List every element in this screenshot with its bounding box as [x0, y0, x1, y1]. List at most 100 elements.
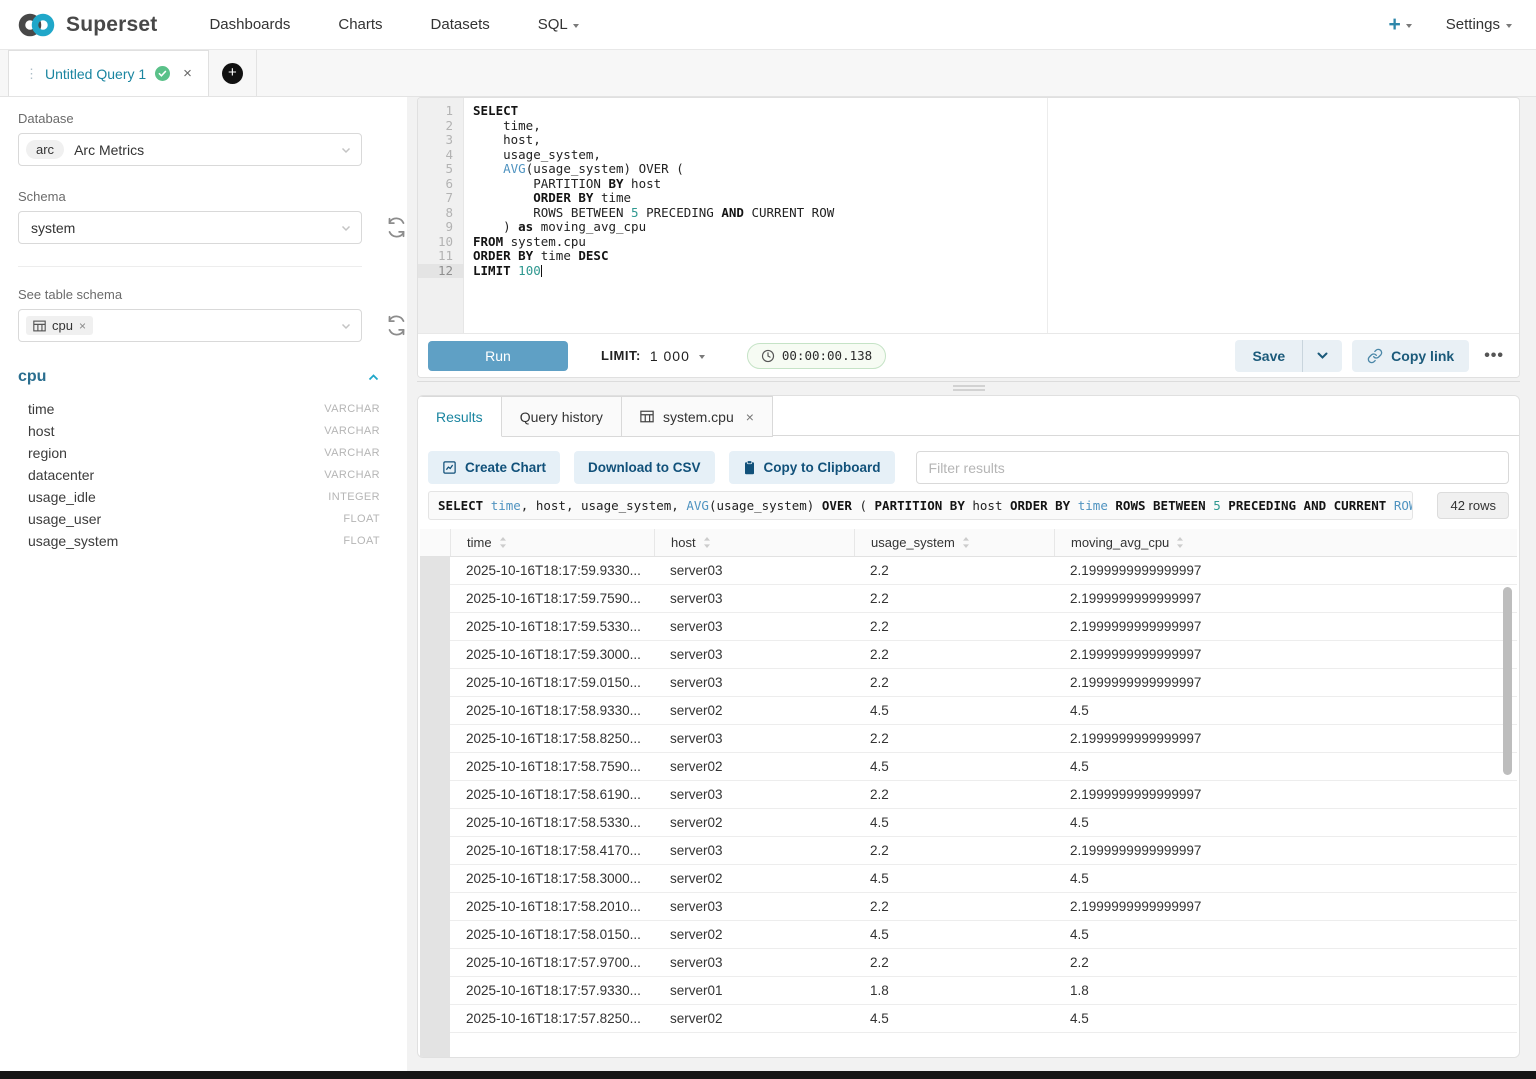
code-line: 7 ORDER BY time: [418, 191, 1519, 206]
code-token: time: [593, 190, 631, 205]
tab-query-history[interactable]: Query history: [502, 396, 622, 437]
code-token: 5: [1213, 498, 1221, 513]
table-cell: 4.5: [854, 1005, 1054, 1032]
column-row-time: timeVARCHAR: [18, 398, 380, 420]
database-select[interactable]: arc Arc Metrics: [18, 133, 362, 166]
filter-results-input[interactable]: [916, 451, 1509, 484]
new-query-tab-button[interactable]: +: [209, 50, 257, 96]
menu-item-datasets[interactable]: Datasets: [407, 16, 514, 33]
vertical-scrollbar[interactable]: [1503, 587, 1512, 775]
table-cell: server03: [654, 837, 854, 864]
database-backend-badge: arc: [26, 140, 64, 159]
top-navbar: Superset DashboardsChartsDatasetsSQL + S…: [0, 0, 1536, 50]
table-cell: server02: [654, 753, 854, 780]
table-cell: 2025-10-16T18:17:58.5330...: [450, 809, 654, 836]
code-token: time: [1078, 498, 1108, 513]
more-options-button[interactable]: •••: [1479, 347, 1509, 365]
row-count-badge: 42 rows: [1437, 492, 1509, 519]
tab-system-cpu[interactable]: system.cpu ×: [622, 396, 773, 437]
column-row-host: hostVARCHAR: [18, 420, 380, 442]
code-token: [1386, 498, 1394, 513]
code-token: as: [518, 219, 533, 234]
sql-editor-card: 1SELECT2 time,3 host,4 usage_system,5 AV…: [417, 97, 1520, 378]
table-cell: 2.2: [854, 669, 1054, 696]
results-actions: Create Chart Download to CSV Copy to Cli…: [428, 451, 1509, 484]
code-token: 100: [518, 263, 541, 278]
query-tab-untitled[interactable]: ⋮ Untitled Query 1 ×: [8, 50, 209, 96]
column-header-moving_avg_cpu[interactable]: moving_avg_cpu: [1054, 529, 1517, 556]
copy-clipboard-button[interactable]: Copy to Clipboard: [729, 451, 895, 484]
close-tab-icon[interactable]: ×: [746, 409, 754, 425]
table-cell: 2.2: [854, 725, 1054, 752]
run-button[interactable]: Run: [428, 341, 568, 371]
tab-system-cpu-label: system.cpu: [663, 409, 734, 425]
line-number: 11: [418, 249, 464, 264]
column-header-label: host: [671, 535, 696, 550]
new-item-button[interactable]: +: [1389, 14, 1412, 35]
cpu-table-section-header[interactable]: cpu: [18, 368, 380, 386]
column-header-time[interactable]: time: [450, 529, 654, 556]
line-number: 2: [418, 119, 464, 134]
query-tab-strip: ⋮ Untitled Query 1 × +: [0, 50, 1536, 97]
results-panel: Results Query history system.cpu ×: [417, 395, 1520, 1058]
chevron-up-icon[interactable]: [367, 371, 380, 384]
table-cell: 2.1999999999999997: [1054, 585, 1517, 612]
settings-menu[interactable]: Settings: [1446, 16, 1512, 33]
executed-query-preview[interactable]: SELECT time, host, usage_system, AVG(usa…: [428, 491, 1413, 520]
table-row: 2025-10-16T18:17:59.3000...server032.22.…: [450, 641, 1517, 669]
save-options-button[interactable]: [1302, 340, 1342, 372]
panel-splitter[interactable]: [417, 381, 1520, 391]
table-cell: 2025-10-16T18:17:57.9330...: [450, 977, 654, 1004]
table-cell: server01: [654, 977, 854, 1004]
download-csv-button[interactable]: Download to CSV: [574, 451, 715, 484]
table-cell: 2025-10-16T18:17:58.6190...: [450, 781, 654, 808]
column-name: region: [28, 445, 67, 461]
column-row-usage_idle: usage_idleINTEGER: [18, 486, 380, 508]
tab-results[interactable]: Results: [417, 396, 502, 437]
table-cell: server03: [654, 641, 854, 668]
remove-table-icon[interactable]: ×: [79, 319, 86, 333]
refresh-schema-icon[interactable]: [386, 217, 407, 238]
line-number: 9: [418, 220, 464, 235]
table-cell: server02: [654, 865, 854, 892]
line-number: 12: [418, 264, 464, 279]
table-cell: server03: [654, 613, 854, 640]
database-value: Arc Metrics: [74, 142, 144, 158]
refresh-tables-icon[interactable]: [386, 315, 407, 336]
column-header-usage_system[interactable]: usage_system: [854, 529, 1054, 556]
menu-item-dashboards[interactable]: Dashboards: [185, 16, 314, 33]
tab-results-label: Results: [436, 409, 483, 425]
drag-handle-icon[interactable]: ⋮: [25, 66, 36, 82]
column-header-host[interactable]: host: [654, 529, 854, 556]
save-button[interactable]: Save: [1235, 340, 1302, 372]
limit-dropdown[interactable]: LIMIT: 1 000: [601, 348, 705, 364]
table-cell: 2025-10-16T18:17:59.3000...: [450, 641, 654, 668]
link-icon: [1367, 348, 1383, 364]
chevron-down-icon: [340, 320, 352, 332]
code-token: time: [533, 248, 578, 263]
schema-select[interactable]: system: [18, 211, 362, 244]
results-tabs: Results Query history system.cpu ×: [418, 396, 1519, 436]
saved-check-icon: [155, 66, 170, 81]
menu-item-charts[interactable]: Charts: [314, 16, 406, 33]
table-cell: 2025-10-16T18:17:57.9700...: [450, 949, 654, 976]
table-cell: 4.5: [1054, 921, 1517, 948]
create-chart-button[interactable]: Create Chart: [428, 451, 560, 484]
copy-link-button[interactable]: Copy link: [1352, 340, 1469, 372]
table-cell: 2.1999999999999997: [1054, 725, 1517, 752]
sql-code-editor[interactable]: 1SELECT2 time,3 host,4 usage_system,5 AV…: [418, 98, 1519, 335]
table-cell: 2025-10-16T18:17:58.4170...: [450, 837, 654, 864]
table-row: 2025-10-16T18:17:59.0150...server032.22.…: [450, 669, 1517, 697]
menu-item-sql[interactable]: SQL: [514, 16, 603, 33]
superset-logo[interactable]: Superset: [16, 11, 157, 39]
table-row: 2025-10-16T18:17:58.2010...server032.22.…: [450, 893, 1517, 921]
table-cell: server02: [654, 921, 854, 948]
table-cell: 2.2: [854, 837, 1054, 864]
chart-icon: [442, 460, 457, 475]
table-cell: 2.2: [854, 613, 1054, 640]
table-cell: 4.5: [1054, 697, 1517, 724]
table-row: 2025-10-16T18:17:58.5330...server024.54.…: [450, 809, 1517, 837]
table-select[interactable]: cpu ×: [18, 309, 362, 342]
close-tab-icon[interactable]: ×: [183, 65, 192, 82]
table-cell: 2.1999999999999997: [1054, 781, 1517, 808]
